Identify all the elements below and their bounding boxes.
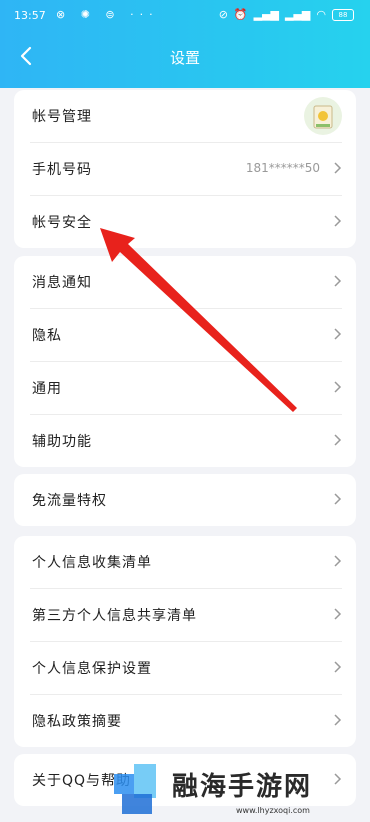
row-label: 消息通知	[32, 275, 92, 291]
top-bar: 13:57 ⊗ ✺ ⊜ ··· ⊘ ⏰ ▂▄▆ ▂▄▆ ◠ 88 设置	[0, 0, 370, 88]
row-label: 辅助功能	[32, 434, 92, 450]
row-label: 手机号码	[32, 162, 92, 178]
chevron-right-icon	[334, 661, 342, 673]
watermark-url: www.lhyzxoqi.com	[236, 806, 310, 815]
watermark-logo-icon	[114, 764, 156, 814]
status-right-icons: ⊘ ⏰ ▂▄▆ ▂▄▆ ◠ 88	[219, 8, 354, 21]
mute-icon: ⊘	[218, 8, 228, 21]
settings-row-info-protection[interactable]: 个人信息保护设置	[30, 642, 342, 695]
settings-row-account-security[interactable]: 帐号安全	[30, 196, 342, 248]
chevron-right-icon	[334, 493, 342, 505]
alarm-icon: ⏰	[233, 8, 248, 21]
settings-row-phone[interactable]: 手机号码 181******50	[30, 143, 342, 196]
wifi-icon: ◠	[316, 8, 326, 21]
settings-row-data-free[interactable]: 免流量特权	[30, 474, 342, 526]
row-label: 免流量特权	[32, 493, 107, 509]
row-label: 个人信息收集清单	[32, 555, 152, 571]
settings-row-notifications[interactable]: 消息通知	[30, 256, 342, 309]
settings-row-account-management[interactable]: 帐号管理	[30, 90, 342, 143]
account-group: 帐号管理 手机号码 181******50 帐号安全	[14, 90, 356, 248]
status-bar: 13:57 ⊗ ✺ ⊜ ··· ⊘ ⏰ ▂▄▆ ▂▄▆ ◠ 88	[0, 0, 370, 32]
row-label: 个人信息保护设置	[32, 661, 152, 677]
settings-row-info-collection[interactable]: 个人信息收集清单	[30, 536, 342, 589]
watermark-text: 融海手游网	[172, 772, 313, 802]
data-free-group: 免流量特权	[14, 474, 356, 526]
avatar[interactable]	[304, 97, 342, 135]
battery-icon: 88	[332, 8, 354, 21]
settings-row-privacy-summary[interactable]: 隐私政策摘要	[30, 695, 342, 747]
status-time: 13:57	[14, 9, 46, 22]
chevron-right-icon	[334, 434, 342, 446]
row-label: 第三方个人信息共享清单	[32, 608, 197, 624]
chevron-right-icon	[334, 275, 342, 287]
chevron-right-icon	[334, 328, 342, 340]
chevron-right-icon	[334, 555, 342, 567]
notification-icons: ⊗ ✺ ⊜ ···	[56, 8, 159, 21]
page-title: 设置	[169, 49, 200, 67]
phone-number-value: 181******50	[245, 161, 320, 175]
settings-row-privacy[interactable]: 隐私	[30, 309, 342, 362]
row-label: 帐号安全	[32, 215, 92, 231]
chevron-right-icon	[334, 714, 342, 726]
chevron-right-icon	[334, 608, 342, 620]
chevron-right-icon	[334, 215, 342, 227]
settings-row-general[interactable]: 通用	[30, 362, 342, 415]
personal-info-group: 个人信息收集清单 第三方个人信息共享清单 个人信息保护设置 隐私政策摘要	[14, 536, 356, 747]
general-group: 消息通知 隐私 通用 辅助功能	[14, 256, 356, 467]
watermark: 融海手游网 www.lhyzxoqi.com	[112, 760, 370, 822]
settings-row-accessibility[interactable]: 辅助功能	[30, 415, 342, 467]
signal-icon: ▂▄▆	[253, 8, 279, 21]
settings-row-third-party-sharing[interactable]: 第三方个人信息共享清单	[30, 589, 342, 642]
row-label: 隐私	[32, 328, 62, 344]
chevron-right-icon	[334, 162, 342, 174]
row-label: 帐号管理	[32, 109, 92, 125]
chevron-right-icon	[334, 381, 342, 393]
signal-2-icon: ▂▄▆	[285, 8, 311, 21]
row-label: 通用	[32, 381, 62, 397]
row-label: 隐私政策摘要	[32, 714, 122, 730]
